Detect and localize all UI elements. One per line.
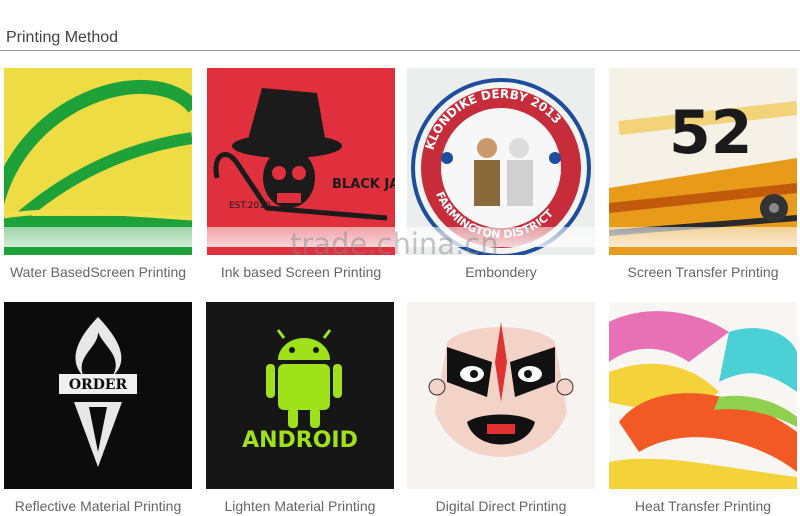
svg-text:52: 52 <box>669 98 753 168</box>
method-label: Heat Transfer Printing <box>634 498 772 514</box>
watermark: trade.china.cn <box>290 227 499 261</box>
svg-text:ORDER: ORDER <box>69 377 128 393</box>
method-label: Screen Transfer Printing <box>627 264 779 280</box>
svg-text:ANDROID: ANDROID <box>242 428 358 453</box>
lighten-print-image: ANDROID <box>206 302 394 489</box>
method-label: Water BasedScreen Printing <box>9 264 187 280</box>
reflective-print-image: ORDER <box>4 302 192 489</box>
method-label: Lighten Material Printing <box>224 498 376 514</box>
svg-text:EST.2010: EST.2010 <box>229 201 271 211</box>
method-label: Ink based Screen Printing <box>220 264 382 280</box>
method-label: Digital Direct Printing <box>435 498 567 514</box>
method-label: Embondery <box>465 264 537 280</box>
method-label: Reflective Material Printing <box>14 498 182 514</box>
heat-transfer-print-image <box>609 302 797 489</box>
svg-text:BLACK JACK: BLACK JACK <box>332 177 395 192</box>
digital-direct-print-image <box>407 302 595 489</box>
section-title: Printing Method <box>6 29 119 46</box>
section-header: Printing Method <box>0 0 800 52</box>
header-divider <box>0 50 800 51</box>
